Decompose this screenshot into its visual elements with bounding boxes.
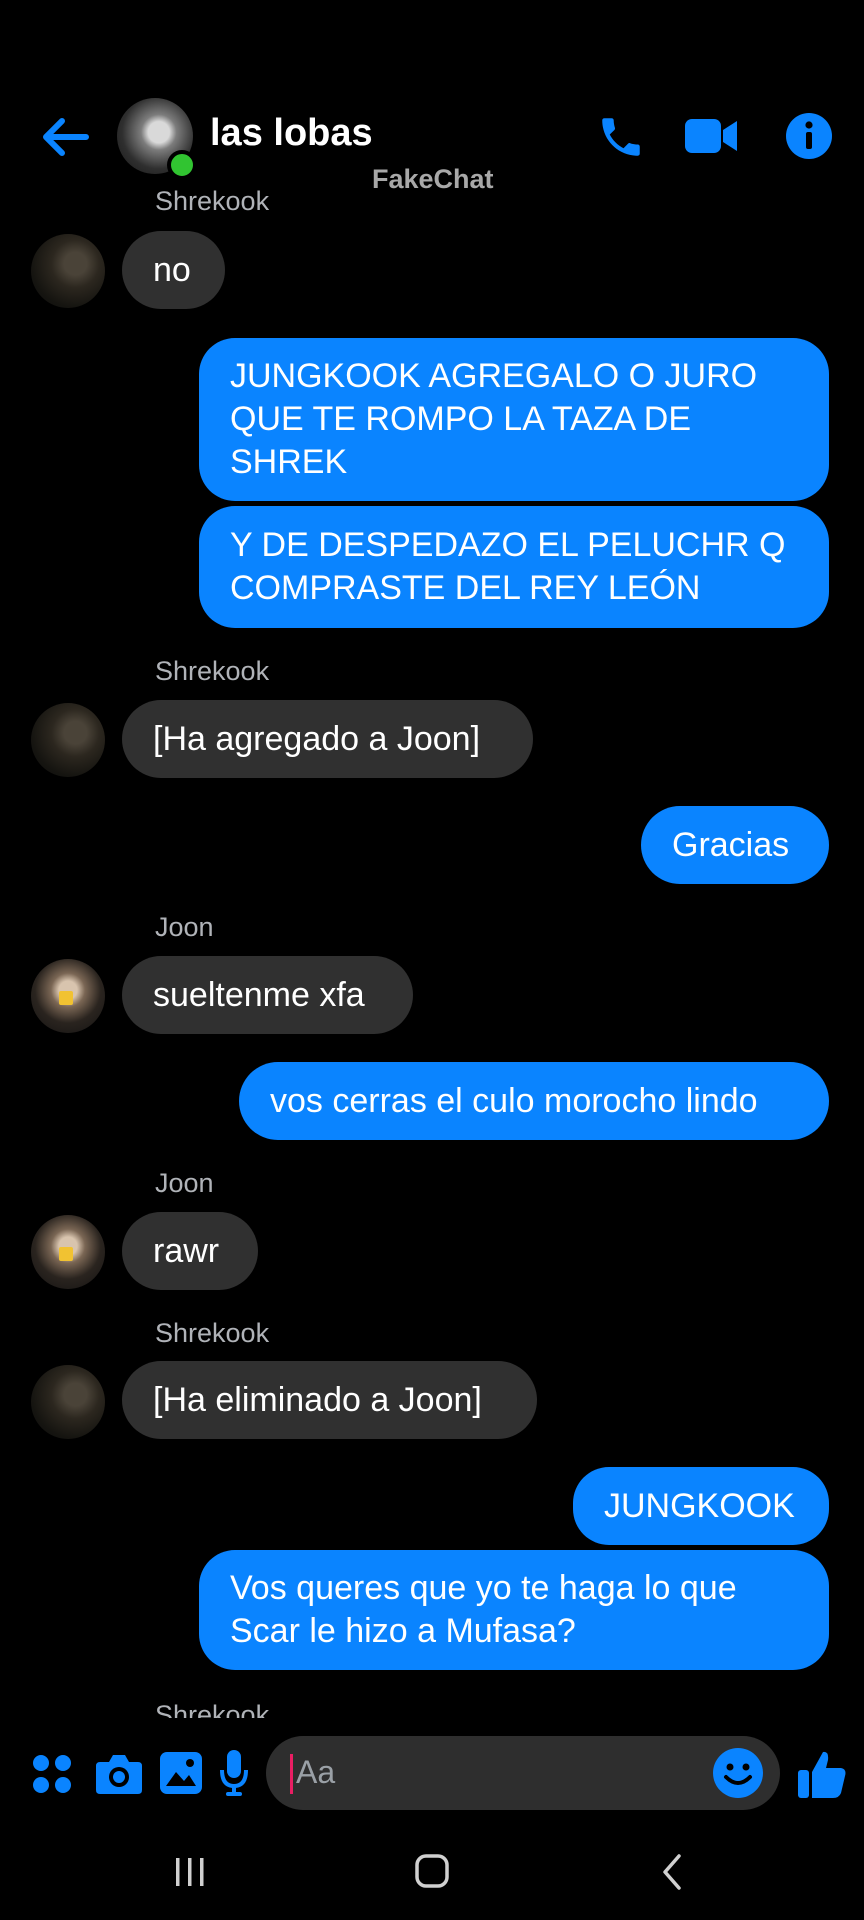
message-text: Gracias (672, 825, 790, 864)
camera-icon[interactable] (94, 1750, 144, 1796)
composer-bar: Aa (0, 1718, 864, 1818)
message-text: vos cerras el culo morocho lindo (270, 1081, 758, 1120)
message-text-line: Scar le hizo a Mufasa? (230, 1612, 576, 1650)
sender-name: Joon (155, 912, 214, 942)
image-icon[interactable] (158, 1750, 204, 1796)
message-bubble[interactable]: no (122, 231, 225, 309)
message-input[interactable]: Aa (266, 1736, 780, 1810)
system-nav-bar (0, 1820, 864, 1920)
watermark: FakeChat (372, 164, 494, 194)
avatar[interactable] (31, 703, 105, 777)
message-bubble[interactable]: Vos queres que yo te haga lo que Scar le… (199, 1550, 829, 1670)
video-camera-icon[interactable] (683, 113, 739, 159)
sender-name: Shrekook (155, 656, 270, 686)
avatar[interactable] (31, 1365, 105, 1439)
sender-name: Shrekook (155, 186, 270, 216)
message-text-line: JUNGKOOK AGREGALO O JURO (230, 357, 758, 395)
message-text-line: Vos queres que yo te haga lo que (230, 1569, 737, 1607)
chat-header: las lobas FakeChat (0, 0, 864, 194)
home-icon[interactable] (413, 1852, 451, 1890)
message-text-line: QUE TE ROMPO LA TAZA DE (230, 400, 692, 438)
message-text-line: SHREK (230, 443, 348, 481)
message-text: sueltenme xfa (153, 975, 365, 1014)
message-bubble[interactable]: JUNGKOOK (573, 1467, 829, 1545)
avatar[interactable] (31, 234, 105, 308)
grid-menu-icon[interactable] (31, 1753, 73, 1795)
message-bubble[interactable]: JUNGKOOK AGREGALO O JURO QUE TE ROMPO LA… (199, 338, 829, 501)
message-text: [Ha eliminado a Joon] (153, 1380, 482, 1419)
info-icon[interactable] (785, 112, 833, 160)
emoji-icon[interactable] (712, 1747, 764, 1799)
recent-apps-icon[interactable] (172, 1854, 208, 1890)
message-text: rawr (153, 1231, 220, 1270)
sender-name: Shrekook (155, 1318, 270, 1348)
online-indicator (167, 150, 197, 180)
message-text-line: Y DE DESPEDAZO EL PELUCHR Q (230, 526, 786, 564)
message-bubble[interactable]: Y DE DESPEDAZO EL PELUCHR Q COMPRASTE DE… (199, 506, 829, 628)
microphone-icon[interactable] (218, 1748, 250, 1798)
chat-title[interactable]: las lobas (210, 112, 373, 155)
message-bubble[interactable]: Gracias (641, 806, 829, 884)
message-text: JUNGKOOK (604, 1486, 795, 1525)
message-bubble[interactable]: sueltenme xfa (122, 956, 413, 1034)
message-bubble[interactable]: vos cerras el culo morocho lindo (239, 1062, 829, 1140)
sender-name: Joon (155, 1168, 214, 1198)
input-placeholder: Aa (296, 1754, 336, 1790)
text-cursor (290, 1754, 293, 1794)
message-text-line: COMPRASTE DEL REY LEÓN (230, 569, 701, 607)
back-nav-icon[interactable] (657, 1852, 687, 1892)
message-bubble[interactable]: [Ha agregado a Joon] (122, 700, 533, 778)
message-bubble[interactable]: rawr (122, 1212, 258, 1290)
arrow-left-icon[interactable] (40, 112, 90, 162)
avatar[interactable] (31, 1215, 105, 1289)
phone-icon[interactable] (596, 110, 646, 164)
avatar[interactable] (31, 959, 105, 1033)
message-text: no (153, 250, 191, 289)
thumbs-up-icon[interactable] (796, 1748, 848, 1800)
message-text: [Ha agregado a Joon] (153, 719, 481, 758)
message-bubble[interactable]: [Ha eliminado a Joon] (122, 1361, 537, 1439)
